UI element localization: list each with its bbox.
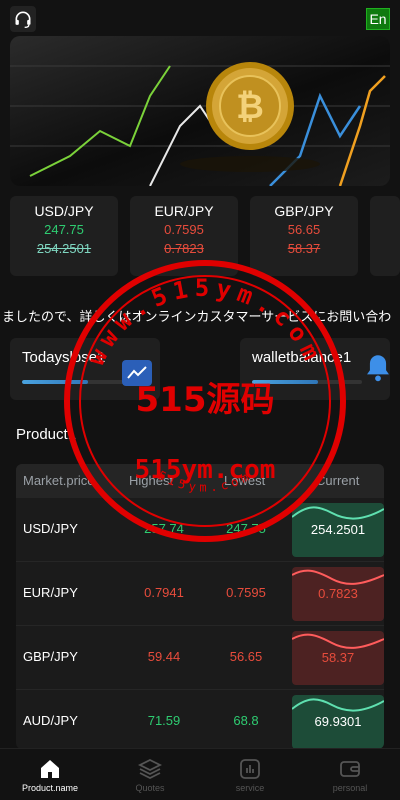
tab-personal[interactable]: personal [300, 749, 400, 800]
tab-label: personal [332, 783, 368, 793]
tab-service[interactable]: service [200, 749, 300, 800]
pair-previous-value: 0.7823 [164, 241, 204, 256]
pair-value: 0.7595 [164, 222, 204, 237]
bottom-tab-bar: Product.name Quotes service personal [0, 748, 400, 800]
column-current: Current [316, 473, 360, 488]
row-current: 69.9301 [314, 714, 362, 729]
row-highest: 71.59 [147, 713, 181, 728]
top-bar: En [0, 0, 400, 36]
pair-previous-value: 254.2501 [36, 241, 92, 256]
table-row[interactable]: GBP/JPY 59.44 56.65 58.37 [16, 626, 384, 690]
home-icon [41, 760, 59, 778]
bell-icon [360, 350, 396, 386]
table-row[interactable]: EUR/JPY 0.7941 0.7595 0.7823 [16, 562, 384, 626]
tab-quotes[interactable]: Quotes [100, 749, 200, 800]
current-sparkline: 0.7823 [292, 567, 384, 621]
hero-banner: ₿ [10, 36, 390, 186]
today-loss-card[interactable]: Todayslose1 [10, 338, 160, 400]
tab-label: Product.name [21, 783, 79, 793]
tab-label: Quotes [135, 783, 165, 793]
row-highest: 257.74 [144, 521, 184, 536]
wallet-balance-card[interactable]: walletbalance1 [240, 338, 390, 400]
today-loss-progress [22, 380, 132, 384]
column-lowest: Lowest [224, 473, 266, 488]
layers-icon [138, 758, 162, 780]
language-switch-button[interactable]: En [366, 8, 390, 30]
column-highest: Highest [129, 473, 174, 488]
pair-name: USD/JPY [34, 203, 94, 219]
headset-icon [15, 11, 31, 28]
pair-card-gbp-jpy[interactable]: GBP/JPY 56.65 58.37 [250, 196, 358, 276]
currency-pair-strip: USD/JPY 247.75 254.2501 EUR/JPY 0.7595 0… [10, 196, 400, 276]
table-header: Market.price Highest Lowest Current [16, 464, 384, 498]
table-row[interactable]: USD/JPY 257.74 247.75 254.2501 [16, 498, 384, 562]
row-name: EUR/JPY [23, 585, 78, 600]
product-section-title: Product1 [16, 426, 77, 443]
crypto-chart-illustration: ₿ [10, 62, 390, 186]
pair-previous-value: 58.37 [287, 241, 321, 256]
row-name: USD/JPY [23, 521, 78, 536]
row-current: 0.7823 [318, 586, 358, 601]
pair-card-partial[interactable] [370, 196, 400, 276]
row-lowest: 0.7595 [226, 585, 266, 600]
announcement-ticker[interactable]: ましたので、詳しくはオンラインカスタマーサービスにお問い合わ [0, 306, 400, 328]
row-name: GBP/JPY [23, 649, 78, 664]
pair-card-usd-jpy[interactable]: USD/JPY 247.75 254.2501 [10, 196, 118, 276]
table-row[interactable]: AUD/JPY 71.59 68.8 69.9301 [16, 690, 384, 749]
row-lowest: 56.65 [229, 649, 263, 664]
pair-name: EUR/JPY [154, 203, 214, 219]
tab-home[interactable]: Product.name [0, 749, 100, 800]
wallet-balance-progress [252, 380, 362, 384]
row-lowest: 68.8 [233, 713, 259, 728]
wallet-icon [340, 761, 360, 777]
service-icon [240, 759, 260, 779]
pair-value: 247.75 [44, 222, 84, 237]
pair-card-eur-jpy[interactable]: EUR/JPY 0.7595 0.7823 [130, 196, 238, 276]
row-highest: 0.7941 [144, 585, 184, 600]
current-sparkline: 58.37 [292, 631, 384, 685]
tab-label: service [235, 783, 265, 793]
column-market-price: Market.price [23, 473, 95, 488]
pair-value: 56.65 [287, 222, 321, 237]
row-current: 58.37 [321, 650, 355, 665]
pair-name: GBP/JPY [274, 203, 334, 219]
current-sparkline: 69.9301 [292, 695, 384, 749]
row-highest: 59.44 [147, 649, 181, 664]
row-lowest: 247.75 [226, 521, 266, 536]
current-sparkline: 254.2501 [292, 503, 384, 557]
wallet-balance-label: walletbalance1 [252, 349, 352, 366]
svg-text:₿: ₿ [236, 87, 264, 127]
chart-icon [122, 360, 152, 386]
today-loss-label: Todayslose1 [22, 349, 106, 366]
progress-fill [22, 380, 88, 384]
customer-support-button[interactable] [10, 6, 36, 32]
row-current: 254.2501 [310, 522, 366, 537]
progress-fill [252, 380, 318, 384]
row-name: AUD/JPY [23, 713, 78, 728]
market-table: Market.price Highest Lowest Current USD/… [16, 464, 384, 749]
